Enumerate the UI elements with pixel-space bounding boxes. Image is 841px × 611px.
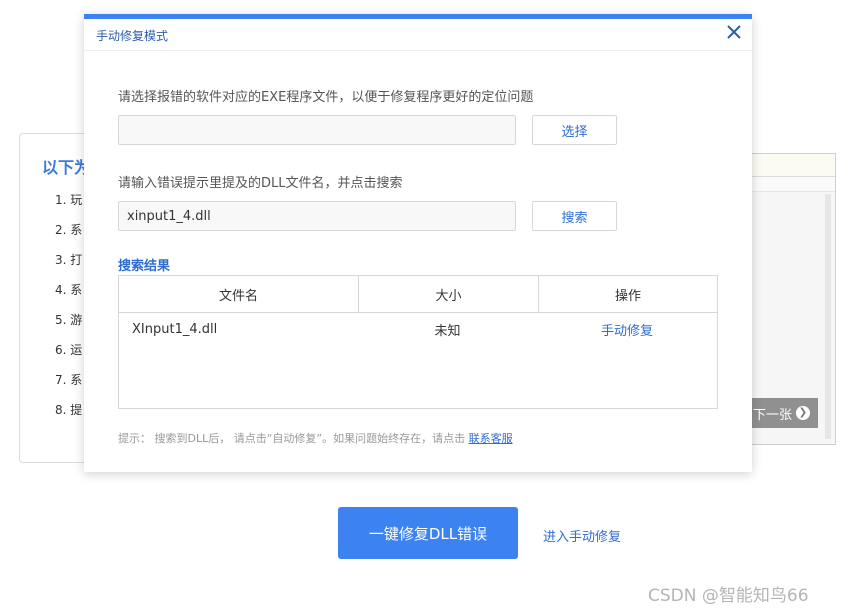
row-size: 未知: [434, 323, 461, 339]
next-image-button[interactable]: 下一张 ❯: [746, 398, 818, 428]
row-filename: XInput1_4.dll: [132, 321, 218, 337]
choose-button[interactable]: 选择: [532, 115, 617, 145]
search-button[interactable]: 搜索: [532, 201, 617, 231]
background-screenshot-preview: 下一张 ❯: [745, 153, 836, 445]
dll-prompt: 请输入错误提示里提及的DLL文件名，并点击搜索: [118, 176, 403, 191]
list-item: 1. 玩: [55, 193, 83, 207]
manual-repair-dialog: 手动修复模式 请选择报错的软件对应的EXE程序文件，以便于修复程序更好的定位问题…: [84, 14, 752, 472]
list-item: 3. 打: [55, 253, 83, 267]
watermark: CSDN @智能知鸟66: [648, 586, 809, 606]
manual-repair-link[interactable]: 手动修复: [537, 320, 717, 339]
search-results-title: 搜索结果: [118, 259, 171, 274]
hint-text: 提示： 搜索到DLL后， 请点击“自动修复”。如果问题始终存在，请点击 联系客服: [118, 430, 513, 446]
column-header-filename: 文件名: [119, 276, 359, 312]
chevron-right-icon: ❯: [796, 406, 810, 420]
list-item: 8. 提: [55, 403, 83, 417]
list-item: 6. 运: [55, 343, 83, 357]
preview-scrollbar: [825, 194, 831, 439]
preview-toolbar: [746, 177, 835, 192]
contact-support-link[interactable]: 联系客服: [469, 432, 513, 445]
enter-manual-repair-link[interactable]: 进入手动修复: [543, 526, 621, 545]
table-row: XInput1_4.dll 未知 手动修复: [119, 313, 717, 345]
next-image-label: 下一张: [752, 407, 792, 423]
exe-file-input[interactable]: [118, 115, 516, 145]
list-item: 2. 系: [55, 223, 83, 237]
hint-message: 提示： 搜索到DLL后， 请点击“自动修复”。如果问题始终存在，请点击: [118, 432, 466, 445]
dialog-title: 手动修复模式: [96, 29, 169, 43]
exe-prompt: 请选择报错的软件对应的EXE程序文件，以便于修复程序更好的定位问题: [118, 90, 534, 105]
list-item: 5. 游: [55, 313, 83, 327]
dll-name-input[interactable]: [118, 201, 516, 231]
background-card-title: 以下为: [42, 158, 91, 177]
column-header-action: 操作: [614, 288, 641, 304]
dialog-header: 手动修复模式: [84, 19, 752, 51]
table-header: 文件名 大小 操作: [119, 276, 717, 313]
column-header-size: 大小: [359, 276, 539, 312]
close-icon[interactable]: [726, 24, 742, 40]
background-steps-list: 1. 玩 2. 系 3. 打 4. 系 5. 游 6. 运 7. 系 8. 提: [55, 192, 82, 432]
preview-titlebar: [746, 154, 835, 177]
one-click-fix-button[interactable]: 一键修复DLL错误: [338, 507, 518, 559]
list-item: 7. 系: [55, 373, 83, 387]
list-item: 4. 系: [55, 283, 83, 297]
search-results-table: 文件名 大小 操作 XInput1_4.dll 未知 手动修复: [118, 275, 718, 409]
